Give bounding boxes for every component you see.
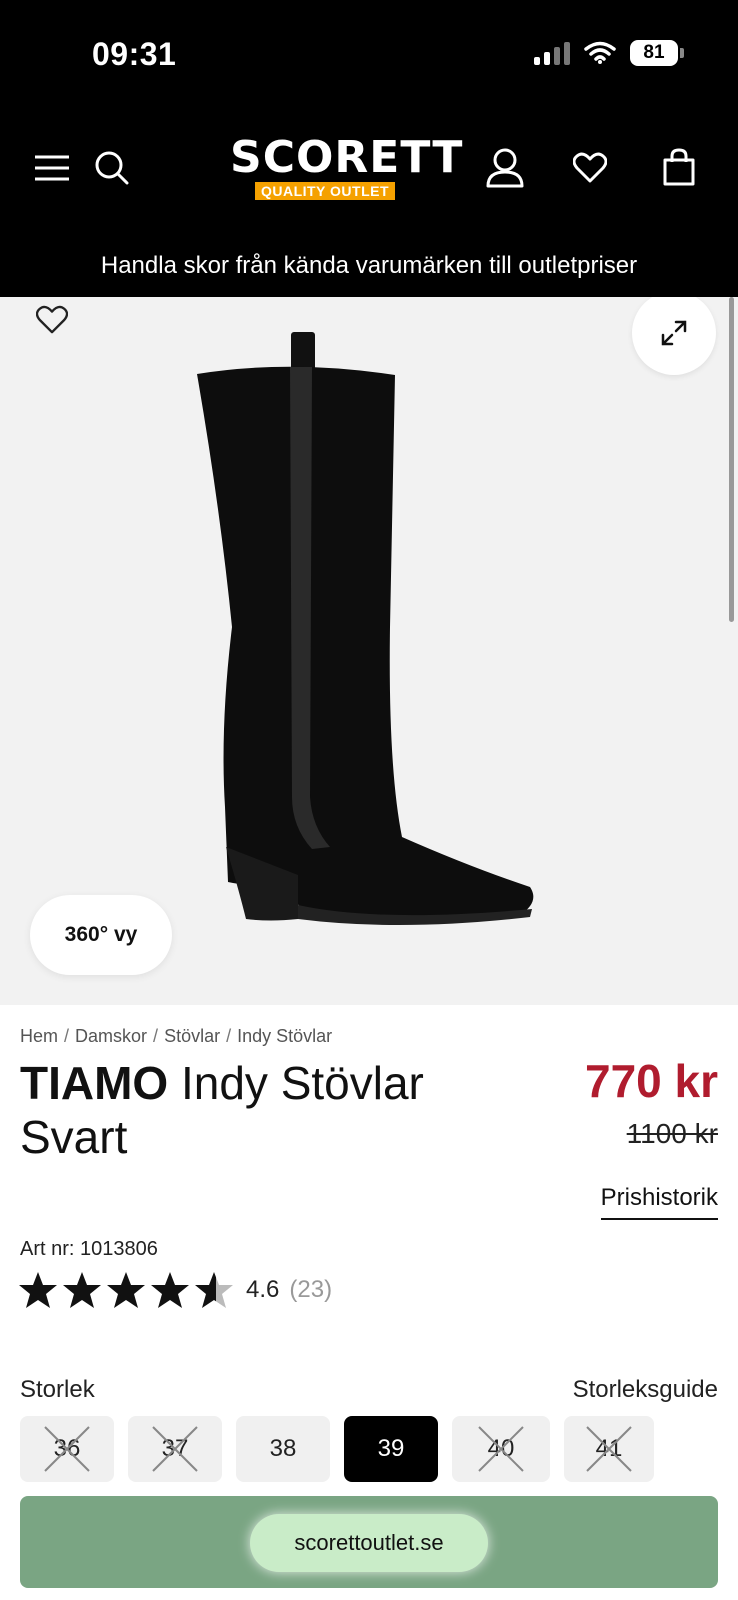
status-icons: 81 — [534, 40, 684, 66]
view-360-button[interactable]: 360° vy — [30, 895, 172, 975]
menu-icon[interactable] — [34, 154, 70, 182]
size-option[interactable]: 41 — [564, 1416, 654, 1482]
logo-badge: QUALITY OUTLET — [254, 182, 396, 200]
expand-button[interactable] — [632, 297, 716, 375]
size-option[interactable]: 37 — [128, 1416, 222, 1482]
account-icon[interactable] — [486, 148, 524, 188]
rating[interactable]: 4.6 (23) — [18, 1270, 332, 1310]
product-name: Indy Stövlar — [180, 1057, 424, 1109]
size-value: 39 — [377, 1435, 405, 1462]
product-title: TIAMO Indy Stövlar Svart — [20, 1056, 490, 1164]
size-option-selected[interactable]: 39 — [344, 1416, 438, 1482]
unavailable-cross-icon — [478, 1426, 524, 1472]
star-icon — [63, 1272, 101, 1308]
half-star-icon — [195, 1272, 233, 1308]
breadcrumb-separator: / — [153, 1026, 159, 1046]
product-brand: TIAMO — [20, 1057, 169, 1109]
size-option[interactable]: 40 — [452, 1416, 550, 1482]
star-icon — [19, 1272, 57, 1308]
size-selector: 36 37 38 39 40 41 — [20, 1416, 654, 1482]
size-option[interactable]: 38 — [236, 1416, 330, 1482]
breadcrumb-separator: / — [64, 1026, 70, 1046]
heart-icon[interactable] — [36, 305, 68, 335]
browser-url-pill[interactable]: scorettoutlet.se — [250, 1514, 488, 1572]
current-price: 770 kr — [584, 1055, 718, 1107]
breadcrumb-separator: / — [226, 1026, 232, 1046]
product-image — [197, 332, 534, 926]
product-color: Svart — [20, 1111, 128, 1163]
breadcrumb-home[interactable]: Hem — [20, 1026, 58, 1047]
promo-banner: Handla skor från kända varumärken till o… — [0, 235, 738, 297]
unavailable-cross-icon — [152, 1426, 198, 1472]
site-header: SCORETT QUALITY OUTLET — [0, 110, 738, 235]
battery-level: 81 — [643, 42, 665, 63]
expand-icon — [661, 320, 687, 346]
size-value: 38 — [269, 1435, 297, 1462]
rating-score: 4.6 — [246, 1276, 280, 1303]
status-bar: 09:31 81 — [0, 0, 738, 110]
size-label: Storlek — [20, 1376, 95, 1403]
article-number: Art nr: 1013806 — [20, 1238, 158, 1260]
price-history-link[interactable]: Prishistorik — [600, 1184, 718, 1220]
logo-text: SCORETT — [230, 132, 464, 183]
unavailable-cross-icon — [586, 1426, 632, 1472]
logo[interactable]: SCORETT QUALITY OUTLET — [230, 132, 464, 201]
star-icon — [151, 1272, 189, 1308]
gallery-scrollbar[interactable] — [729, 297, 734, 622]
star-icon — [107, 1272, 145, 1308]
wifi-icon — [584, 41, 616, 64]
original-price: 1100 kr — [626, 1118, 718, 1149]
unavailable-cross-icon — [44, 1426, 90, 1472]
breadcrumb: Hem / Damskor / Stövlar / Indy Stövlar — [20, 1026, 332, 1047]
battery-icon: 81 — [630, 40, 684, 66]
breadcrumb-damskor[interactable]: Damskor — [75, 1026, 147, 1047]
wishlist-icon[interactable] — [573, 152, 607, 184]
status-time: 09:31 — [92, 36, 177, 72]
size-option[interactable]: 36 — [20, 1416, 114, 1482]
rating-count: (23) — [289, 1276, 333, 1303]
breadcrumb-stovlar[interactable]: Stövlar — [164, 1026, 220, 1047]
cart-icon[interactable] — [662, 148, 696, 186]
product-gallery[interactable]: 360° vy — [0, 297, 738, 1005]
size-guide-link[interactable]: Storleksguide — [573, 1376, 718, 1404]
breadcrumb-current[interactable]: Indy Stövlar — [237, 1026, 332, 1047]
signal-icon — [534, 41, 570, 65]
search-icon[interactable] — [94, 150, 130, 186]
